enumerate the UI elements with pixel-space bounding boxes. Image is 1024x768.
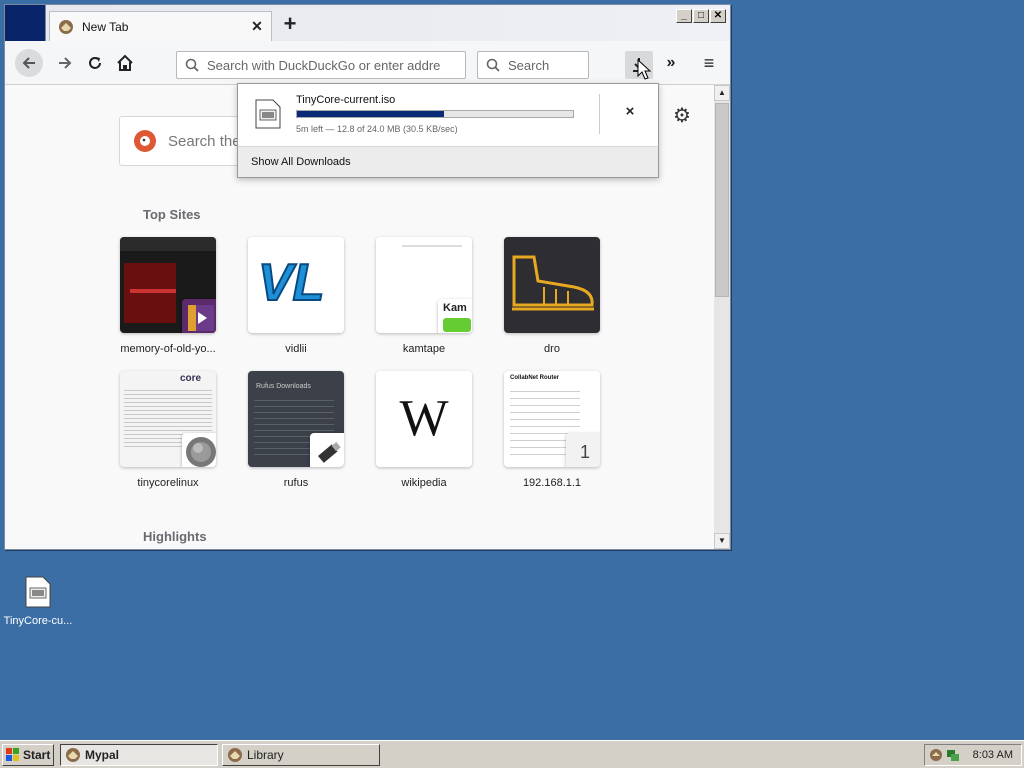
download-progress-bar bbox=[296, 110, 574, 118]
highlights-heading: Highlights bbox=[143, 529, 207, 544]
tray-app-icon bbox=[930, 749, 942, 761]
site-label: tinycorelinux bbox=[137, 477, 199, 489]
start-label: Start bbox=[23, 748, 51, 762]
navigation-toolbar: Search with DuckDuckGo or enter addre Se… bbox=[5, 41, 730, 85]
close-window-button[interactable]: ✕ bbox=[710, 9, 726, 23]
kamtape-badge-icon: Kam bbox=[438, 299, 472, 333]
downloads-button[interactable] bbox=[625, 51, 653, 80]
download-file-name: TinyCore-current.iso bbox=[296, 94, 396, 106]
show-all-downloads-button[interactable]: Show All Downloads bbox=[238, 146, 658, 177]
site-label: dro bbox=[544, 343, 560, 355]
mypal-icon bbox=[66, 748, 80, 762]
iso-file-icon bbox=[25, 576, 51, 608]
system-tray: 8:03 AM bbox=[924, 744, 1022, 766]
tinycore-disc-badge-icon bbox=[182, 433, 216, 467]
top-site-tile[interactable]: CollabNet Router 1 192.168.1.1 bbox=[492, 371, 612, 489]
site-thumbnail: VL bbox=[248, 237, 344, 333]
scroll-up-arrow-icon[interactable]: ▲ bbox=[714, 85, 730, 101]
mouse-cursor-icon bbox=[637, 59, 652, 80]
taskbar-item-mypal[interactable]: Mypal bbox=[60, 744, 218, 766]
minimize-button[interactable]: _ bbox=[676, 9, 692, 23]
back-arrow-icon bbox=[22, 57, 35, 69]
scrollbar-thumb[interactable] bbox=[715, 103, 729, 297]
back-button[interactable] bbox=[15, 49, 43, 77]
vidlii-logo: VL bbox=[257, 253, 325, 313]
search-bar-placeholder: Search bbox=[508, 57, 550, 73]
title-bar[interactable]: New Tab ✕ + _ □ ✕ bbox=[5, 5, 730, 41]
window-icon-block bbox=[5, 5, 45, 41]
desktop-icon-label: TinyCore-cu... bbox=[3, 615, 73, 627]
reload-button[interactable] bbox=[83, 51, 107, 75]
windows-logo-icon bbox=[6, 748, 19, 761]
site-thumbnail: Kam bbox=[376, 237, 472, 333]
top-site-tile[interactable]: core tinycorelinux bbox=[108, 371, 228, 489]
search-icon bbox=[486, 58, 500, 72]
home-icon bbox=[117, 54, 133, 71]
mypal-icon bbox=[228, 748, 242, 762]
tab-close-icon[interactable]: ✕ bbox=[249, 18, 265, 34]
duckduckgo-logo-icon bbox=[134, 130, 156, 152]
vertical-scrollbar[interactable]: ▲ ▼ bbox=[714, 85, 730, 549]
new-tab-button[interactable]: + bbox=[279, 13, 301, 36]
video-play-badge-icon bbox=[182, 299, 216, 333]
network-icon bbox=[947, 750, 959, 761]
top-site-tile[interactable]: Rufus Downloads rufus bbox=[236, 371, 356, 489]
forward-button[interactable] bbox=[53, 51, 77, 75]
top-sites-heading: Top Sites bbox=[143, 207, 201, 222]
forward-arrow-icon bbox=[59, 57, 72, 69]
site-label: wikipedia bbox=[401, 477, 447, 489]
wikipedia-logo: W bbox=[399, 390, 449, 447]
hamburger-menu-button[interactable]: ≡ bbox=[697, 51, 721, 75]
overflow-menu-button[interactable]: » bbox=[659, 51, 683, 75]
url-bar[interactable]: Search with DuckDuckGo or enter addre bbox=[176, 51, 466, 79]
taskbar: Start Mypal Library 8:03 AM bbox=[0, 740, 1024, 768]
download-status-text: 5m left — 12.8 of 24.0 MB (30.5 KB/sec) bbox=[296, 124, 458, 134]
start-button[interactable]: Start bbox=[2, 744, 54, 766]
browser-window: New Tab ✕ + _ □ ✕ Search with DuckDuckGo… bbox=[4, 4, 731, 550]
mypal-favicon-icon bbox=[58, 19, 74, 35]
search-icon bbox=[185, 58, 199, 72]
site-thumbnail bbox=[120, 237, 216, 333]
site-thumbnail: core bbox=[120, 371, 216, 467]
window-controls: _ □ ✕ bbox=[676, 9, 726, 23]
usb-drive-badge-icon bbox=[310, 433, 344, 467]
site-thumbnail: Rufus Downloads bbox=[248, 371, 344, 467]
search-bar[interactable]: Search bbox=[477, 51, 589, 79]
cancel-download-button[interactable]: × bbox=[622, 104, 638, 120]
tab-new-tab[interactable]: New Tab ✕ bbox=[49, 11, 272, 41]
desktop-file-icon[interactable]: TinyCore-cu... bbox=[0, 576, 76, 627]
top-site-tile[interactable]: W wikipedia bbox=[364, 371, 484, 489]
reload-icon bbox=[89, 57, 101, 69]
iso-file-icon bbox=[255, 99, 281, 129]
top-site-tile[interactable]: Kam kamtape bbox=[364, 237, 484, 355]
top-site-tile[interactable]: VL vidlii bbox=[236, 237, 356, 355]
site-thumbnail: W bbox=[376, 371, 472, 467]
maximize-button[interactable]: □ bbox=[693, 9, 709, 23]
url-bar-placeholder: Search with DuckDuckGo or enter addre bbox=[207, 57, 441, 73]
site-label: rufus bbox=[283, 477, 309, 489]
top-site-tile[interactable]: dro bbox=[492, 237, 612, 355]
duckduckgo-search-placeholder: Search the bbox=[168, 132, 241, 150]
scroll-down-arrow-icon[interactable]: ▼ bbox=[714, 533, 730, 549]
top-site-tile[interactable]: memory-of-old-yo... bbox=[108, 237, 228, 355]
tab-title: New Tab bbox=[82, 19, 129, 34]
home-button[interactable] bbox=[113, 51, 137, 75]
site-thumbnail bbox=[504, 237, 600, 333]
download-progress-fill bbox=[297, 111, 445, 117]
site-label: memory-of-old-yo... bbox=[120, 343, 216, 355]
divider bbox=[599, 94, 600, 134]
taskbar-item-library[interactable]: Library bbox=[222, 744, 380, 766]
taskbar-item-label: Library bbox=[247, 748, 284, 762]
site-thumbnail: CollabNet Router 1 bbox=[504, 371, 600, 467]
settings-gear-icon[interactable]: ⚙ bbox=[671, 105, 693, 127]
site-badge-number: 1 bbox=[566, 433, 600, 467]
download-item[interactable]: TinyCore-current.iso 5m left — 12.8 of 2… bbox=[238, 84, 658, 146]
clock[interactable]: 8:03 AM bbox=[973, 749, 1013, 761]
boot-logo-icon bbox=[512, 255, 594, 311]
taskbar-item-label: Mypal bbox=[85, 748, 120, 762]
site-label: 192.168.1.1 bbox=[522, 477, 582, 489]
site-label: vidlii bbox=[285, 343, 307, 355]
downloads-panel: TinyCore-current.iso 5m left — 12.8 of 2… bbox=[237, 83, 659, 178]
site-label: kamtape bbox=[402, 343, 446, 355]
